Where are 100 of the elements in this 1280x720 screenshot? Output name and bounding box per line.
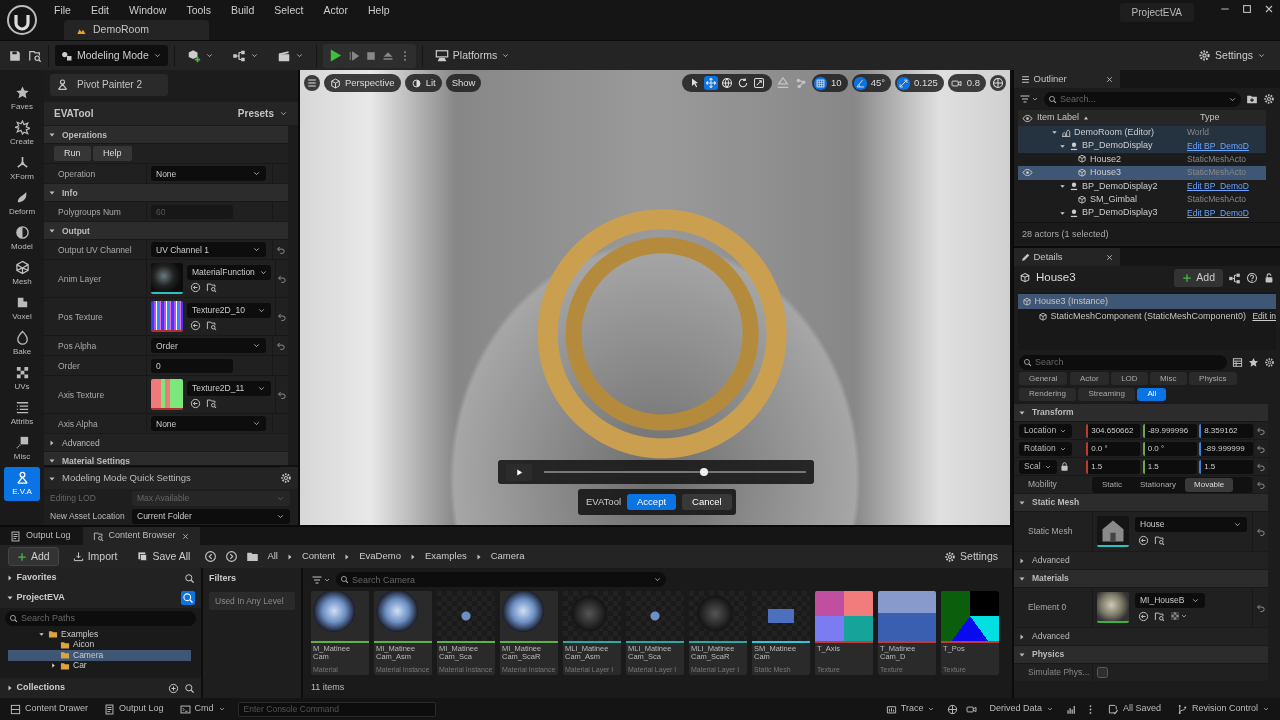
menu-item[interactable]: Actor bbox=[313, 0, 358, 20]
panel-tab[interactable]: Output Log bbox=[0, 527, 81, 545]
camera-icon[interactable] bbox=[966, 703, 978, 715]
path-search-field[interactable]: Search Paths bbox=[5, 610, 196, 626]
level-tab[interactable]: DemoRoom bbox=[64, 20, 210, 40]
camera-speed-button[interactable]: 0.8 bbox=[947, 74, 986, 92]
save-icon[interactable] bbox=[8, 48, 22, 63]
panel-tab[interactable]: Content Browser bbox=[82, 527, 200, 545]
show-button[interactable]: Show bbox=[445, 74, 482, 92]
search-icon[interactable] bbox=[181, 591, 195, 605]
breadcrumb-link[interactable]: EvaDemo bbox=[359, 549, 401, 564]
reset-icon[interactable] bbox=[277, 311, 287, 322]
close-icon[interactable] bbox=[180, 531, 190, 541]
lighting-button[interactable]: Lit bbox=[404, 74, 442, 92]
filter-tab[interactable]: Misc bbox=[1150, 372, 1187, 385]
slider-thumb[interactable] bbox=[699, 468, 708, 476]
filter-tab[interactable]: Physics bbox=[1189, 372, 1237, 385]
menu-item[interactable]: Tools bbox=[176, 0, 221, 20]
outliner-row[interactable]: BP_DemoDisplay3 Edit BP_DemoD bbox=[1018, 206, 1266, 220]
save-all-button[interactable]: Save All bbox=[131, 545, 197, 568]
filter-chip[interactable]: Used In Any Level bbox=[209, 591, 295, 611]
mobility-option[interactable]: Static bbox=[1093, 477, 1131, 492]
section-header[interactable]: Output bbox=[44, 221, 288, 240]
filter-tab[interactable]: Rendering bbox=[1019, 387, 1076, 401]
section-header[interactable]: Material Settings bbox=[44, 451, 288, 465]
settings-button[interactable]: Settings bbox=[938, 545, 1004, 568]
edit-link[interactable]: Edit in bbox=[1252, 310, 1276, 323]
dropdown[interactable]: Current Folder bbox=[132, 508, 290, 524]
forward-icon[interactable] bbox=[225, 550, 239, 563]
component-row[interactable]: House3 (Instance) bbox=[1018, 294, 1276, 309]
vector-mode-dropdown[interactable]: Rotation bbox=[1019, 441, 1072, 456]
filter-tab[interactable]: Streaming bbox=[1078, 387, 1135, 401]
reset-icon[interactable] bbox=[1256, 461, 1267, 472]
reset-icon[interactable] bbox=[275, 244, 286, 255]
add-circle-icon[interactable] bbox=[168, 682, 179, 694]
vector-field[interactable]: 1.5 bbox=[1142, 459, 1197, 474]
console-input[interactable]: Enter Console Command bbox=[237, 701, 436, 717]
accept-button[interactable]: Accept bbox=[627, 494, 677, 510]
bar-chart-icon[interactable] bbox=[1065, 703, 1077, 715]
asset-dropdown[interactable]: House bbox=[1135, 517, 1247, 533]
vector-field[interactable]: 1.5 bbox=[1199, 459, 1254, 474]
import-button[interactable]: Import bbox=[66, 545, 124, 568]
angle-snap-toggle[interactable]: 45° bbox=[851, 74, 891, 92]
asset-dropdown[interactable]: Texture2D_11 bbox=[187, 380, 271, 396]
settings-icon[interactable] bbox=[1263, 93, 1275, 105]
folder-search-icon[interactable] bbox=[205, 398, 217, 410]
outliner-row[interactable]: SM_Gimbal StaticMeshActo bbox=[1018, 192, 1266, 207]
collapse-arrow-icon[interactable] bbox=[1059, 209, 1066, 217]
filter-tab[interactable]: Actor bbox=[1069, 372, 1109, 385]
reset-icon[interactable] bbox=[1256, 443, 1267, 454]
mode-tab[interactable]: Mesh bbox=[4, 257, 40, 290]
column-header[interactable]: Type bbox=[1200, 111, 1220, 125]
globe-icon[interactable] bbox=[720, 76, 735, 90]
vector-field[interactable]: -89.999996 bbox=[1142, 423, 1197, 438]
trace-dropdown[interactable]: Trace bbox=[881, 699, 940, 719]
expand-arrow-icon[interactable] bbox=[50, 662, 57, 670]
edit-blueprint-link[interactable]: Edit BP_DemoD bbox=[1187, 206, 1249, 220]
mode-tab[interactable]: Attribs bbox=[4, 397, 40, 430]
folder-row[interactable]: Camera bbox=[8, 650, 191, 661]
mode-tab[interactable]: XForm bbox=[4, 152, 40, 185]
vector-field[interactable]: 0.0 ° bbox=[1086, 441, 1141, 456]
revision-control-dropdown[interactable]: Revision Control bbox=[1172, 699, 1274, 719]
view-mode-button[interactable]: Perspective bbox=[324, 74, 401, 92]
dropdown[interactable]: None bbox=[151, 166, 266, 182]
presets-dropdown[interactable]: Presets bbox=[237, 106, 288, 122]
platforms-dropdown[interactable]: Platforms bbox=[428, 44, 517, 67]
section-header[interactable]: Operations bbox=[44, 125, 288, 144]
section-header[interactable]: Advanced bbox=[44, 433, 288, 452]
step-icon[interactable] bbox=[347, 49, 360, 62]
outliner-row[interactable]: House2 StaticMeshActo bbox=[1018, 152, 1266, 167]
output-log-button[interactable]: Output Log bbox=[100, 699, 168, 719]
reset-icon[interactable] bbox=[1255, 602, 1266, 613]
cancel-button[interactable]: Cancel bbox=[682, 494, 732, 510]
eye-icon[interactable] bbox=[1022, 167, 1033, 179]
lock-icon[interactable] bbox=[1059, 461, 1071, 472]
menu-item[interactable]: Build bbox=[220, 0, 265, 20]
dropdown[interactable]: None bbox=[151, 416, 266, 432]
asset-dropdown[interactable]: MI_HouseB bbox=[1135, 593, 1205, 609]
table-icon[interactable] bbox=[1232, 356, 1243, 368]
vector-field[interactable]: 8.359162 bbox=[1199, 423, 1254, 438]
vector-mode-dropdown[interactable]: Location bbox=[1019, 423, 1073, 438]
folder-add-icon[interactable] bbox=[1246, 93, 1258, 105]
filter-dropdown[interactable] bbox=[311, 573, 331, 586]
lock-icon[interactable] bbox=[1263, 272, 1275, 284]
mode-tab[interactable]: Bake bbox=[4, 327, 40, 360]
menu-icon[interactable] bbox=[304, 75, 320, 91]
section-header[interactable]: Materials bbox=[1014, 569, 1268, 587]
content-drawer-button[interactable]: Content Drawer bbox=[6, 699, 93, 719]
use-selected-icon[interactable] bbox=[1137, 610, 1149, 622]
section-header[interactable]: Info bbox=[44, 183, 288, 202]
folder-search-icon[interactable] bbox=[1153, 534, 1165, 546]
filter-tab[interactable]: All bbox=[1137, 387, 1167, 401]
outliner-row[interactable]: House3 StaticMeshActo bbox=[1018, 166, 1266, 180]
vector-field[interactable]: 304.650662 bbox=[1086, 423, 1141, 438]
vector-field[interactable]: 0.0 ° bbox=[1142, 441, 1197, 456]
settings-icon[interactable] bbox=[1264, 356, 1275, 368]
mode-tab[interactable]: Faves bbox=[4, 82, 40, 115]
reset-icon[interactable] bbox=[1256, 425, 1267, 436]
add-button[interactable]: Add bbox=[8, 546, 59, 567]
mode-tab[interactable]: Misc bbox=[4, 432, 40, 465]
